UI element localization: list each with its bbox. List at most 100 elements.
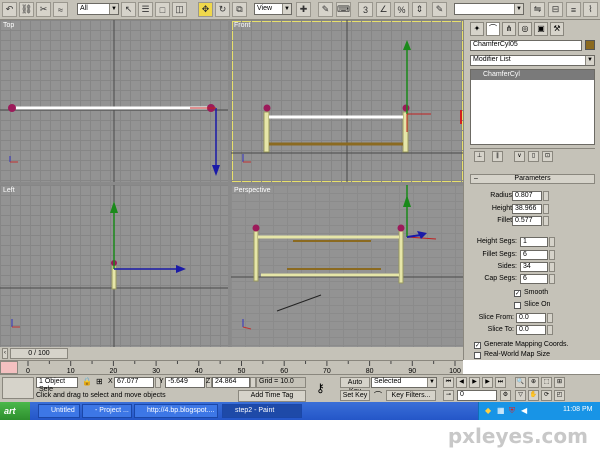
make-unique-icon[interactable]: ∨ [514,151,525,162]
task-browser[interactable]: http://4.bp.blogspot.... [134,404,218,418]
viewport-label[interactable]: Left [3,187,15,194]
select-and-scale-icon[interactable]: ⧉ [232,2,247,17]
radius-spinner[interactable] [543,191,549,201]
height-field[interactable]: 38.966 [512,204,542,214]
zoom-all-icon[interactable]: ⊕ [528,377,539,388]
create-tab-icon[interactable]: ✦ [470,22,484,36]
next-frame-icon[interactable]: ▶ [482,377,493,388]
slice-from-field[interactable]: 0.0 [516,313,546,323]
x-coordinate-field[interactable]: 67.077 [114,377,154,388]
play-icon[interactable]: ▶ [469,377,480,388]
sides-spinner[interactable] [549,262,555,272]
named-selection-dropdown[interactable]: ▼ [454,3,524,15]
pin-stack-icon[interactable]: ⊥ [474,151,485,162]
tray-icon[interactable]: ◆ [485,406,491,415]
select-object-icon[interactable]: ↖ [121,2,136,17]
volume-icon[interactable]: ◀ [521,406,527,415]
generate-mapping-checkbox[interactable]: ✓ [474,342,481,349]
viewport-label[interactable]: Front [234,22,250,29]
bind-space-warp-icon[interactable]: ≈ [53,2,68,17]
configure-sets-icon[interactable]: ⊡ [542,151,553,162]
viewport-perspective[interactable]: Perspective [231,185,463,347]
angle-snap-icon[interactable]: ∠ [376,2,391,17]
key-mode-dropdown[interactable]: Selected ▼ [371,377,437,388]
selection-filter-dropdown[interactable]: All ▼ [77,3,119,15]
slice-from-spinner[interactable] [547,313,553,323]
motion-tab-icon[interactable]: ◎ [518,22,532,36]
viewport-label[interactable]: Top [3,22,14,29]
remove-modifier-icon[interactable]: ▯ [528,151,539,162]
hierarchy-tab-icon[interactable]: ⋔ [502,22,516,36]
fillet-spinner[interactable] [543,216,549,226]
radius-field[interactable]: 0.807 [512,191,542,201]
object-name-field[interactable]: ChamferCyl05 [470,40,582,51]
key-mode-toggle-icon[interactable]: ⊸ [443,390,454,401]
rectangular-selection-icon[interactable]: □ [155,2,170,17]
task-untitled[interactable]: Untitled [38,404,80,418]
select-manipulate-icon[interactable]: ✎ [318,2,333,17]
pivot-center-icon[interactable]: ✚ [296,2,311,17]
reference-coord-dropdown[interactable]: View ▼ [254,3,292,15]
slice-to-spinner[interactable] [547,325,553,335]
time-slider[interactable]: ‹ 0 / 100 [0,347,463,360]
height-segs-spinner[interactable] [549,237,555,247]
select-by-name-icon[interactable]: ☰ [138,2,153,17]
clock[interactable]: 11:08 PM [563,406,592,413]
time-configuration-icon[interactable]: ⚙ [500,390,511,401]
snaps-toggle-icon[interactable]: 3 [358,2,373,17]
maxscript-listener[interactable] [2,377,34,399]
spinner-snap-icon[interactable]: ⇕ [412,2,427,17]
undo-icon[interactable]: ↶ [2,2,17,17]
task-project[interactable]: - Project ... [82,404,132,418]
go-to-end-icon[interactable]: ⏭ [495,377,506,388]
parameters-rollout-header[interactable]: – Parameters [470,174,595,184]
zoom-icon[interactable]: 🔍 [515,377,526,388]
edit-named-selection-icon[interactable]: ✎ [432,2,447,17]
arc-rotate-icon[interactable]: ⟳ [541,390,552,401]
mirror-icon[interactable]: ⇋ [530,2,545,17]
select-and-move-icon[interactable]: ✥ [198,2,213,17]
sides-field[interactable]: 34 [520,262,548,272]
slice-on-checkbox[interactable] [514,302,521,309]
fillet-field[interactable]: 0.577 [512,216,542,226]
pan-icon[interactable]: ✋ [528,390,539,401]
field-of-view-icon[interactable]: ▽ [515,390,526,401]
smooth-checkbox[interactable]: ✓ [514,290,521,297]
viewport-label[interactable]: Perspective [234,187,271,194]
select-and-rotate-icon[interactable]: ↻ [215,2,230,17]
zoom-extents-all-icon[interactable]: ⊞ [554,377,565,388]
viewport-front[interactable]: Front [231,20,463,182]
select-link-icon[interactable]: ⛓ [19,2,34,17]
fillet-segs-field[interactable]: 6 [520,250,548,260]
network-icon[interactable]: ▦ [497,406,505,415]
y-coordinate-field[interactable]: -5.649 [165,377,205,388]
real-world-checkbox[interactable] [474,352,481,359]
track-bar[interactable]: 0 10 20 30 40 50 60 70 80 90 100 [0,360,463,374]
shield-icon[interactable]: ⛨ [509,406,515,416]
slice-to-field[interactable]: 0.0 [516,325,546,335]
zoom-extents-icon[interactable]: ⬚ [541,377,552,388]
stack-item[interactable]: ChamferCyl [471,70,594,80]
unlink-icon[interactable]: ✂ [36,2,51,17]
add-time-tag-button[interactable]: Add Time Tag [238,390,306,402]
cap-segs-field[interactable]: 6 [520,274,548,284]
absolute-mode-icon[interactable]: ⊞ [96,377,103,386]
height-segs-field[interactable]: 1 [520,237,548,247]
modifier-list-dropdown[interactable]: Modifier List ▼ [470,55,595,66]
go-to-start-icon[interactable]: ⏮ [443,377,454,388]
layer-manager-icon[interactable]: ≡ [566,2,581,17]
task-paint[interactable]: step2 - Paint [222,404,302,418]
object-color-swatch[interactable] [585,40,595,50]
lock-selection-icon[interactable]: 🔒 [82,377,92,386]
prev-frame-icon[interactable]: ‹ [2,348,8,359]
default-in-out-icon[interactable]: ⌒ [374,390,382,401]
percent-snap-icon[interactable]: % [394,2,409,17]
display-tab-icon[interactable]: ▣ [534,22,548,36]
viewport-top[interactable]: Top [0,20,228,182]
time-slider-thumb[interactable]: 0 / 100 [10,348,68,359]
maximize-viewport-icon[interactable]: ◰ [554,390,565,401]
fillet-segs-spinner[interactable] [549,250,555,260]
utilities-tab-icon[interactable]: ⚒ [550,22,564,36]
start-button[interactable]: art [0,402,30,420]
key-icon[interactable]: ⚷ [316,381,325,395]
